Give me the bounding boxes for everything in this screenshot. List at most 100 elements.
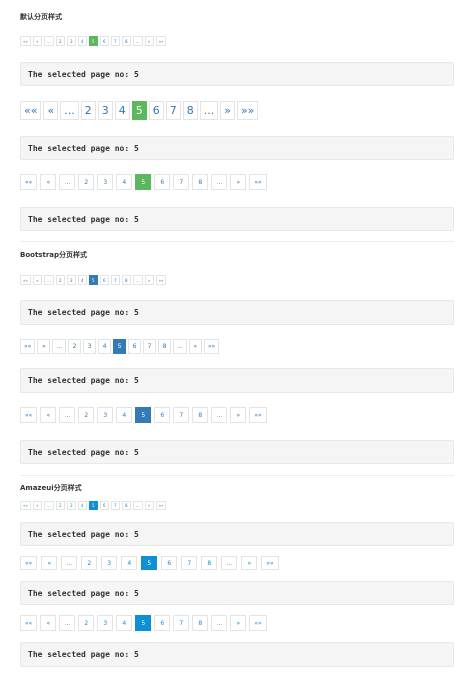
prev-page-button[interactable]: « (32, 36, 42, 46)
page-button-4[interactable]: 4 (116, 407, 133, 423)
page-button-5[interactable]: 5 (88, 36, 98, 46)
last-page-button[interactable]: »» (203, 339, 220, 354)
first-page-button[interactable]: «« (20, 407, 38, 423)
page-button-8[interactable]: 8 (192, 174, 209, 190)
page-button-2[interactable]: 2 (80, 101, 96, 120)
page-button-5[interactable]: 5 (135, 174, 152, 190)
next-page-button[interactable]: » (220, 101, 235, 120)
page-button-7[interactable]: 7 (110, 501, 120, 510)
page-button-3[interactable]: 3 (97, 407, 114, 423)
ellipsis-button[interactable]: ... (59, 174, 76, 190)
page-button-3[interactable]: 3 (83, 339, 97, 354)
ellipsis-button[interactable]: ... (60, 101, 79, 120)
next-page-button[interactable]: » (230, 407, 247, 423)
last-page-button[interactable]: »» (261, 556, 279, 570)
ellipsis-button[interactable]: ... (43, 36, 54, 46)
page-button-8[interactable]: 8 (182, 101, 198, 120)
ellipsis-button[interactable]: ... (132, 36, 143, 46)
page-button-2[interactable]: 2 (55, 275, 65, 285)
next-page-button[interactable]: » (230, 615, 247, 631)
page-button-2[interactable]: 2 (55, 501, 65, 510)
first-page-button[interactable]: «« (20, 275, 31, 285)
page-button-5[interactable]: 5 (135, 615, 152, 631)
next-page-button[interactable]: » (144, 275, 154, 285)
prev-page-button[interactable]: « (41, 556, 58, 570)
prev-page-button[interactable]: « (32, 275, 42, 285)
page-button-8[interactable]: 8 (192, 615, 209, 631)
prev-page-button[interactable]: « (37, 339, 51, 354)
ellipsis-button[interactable]: ... (132, 501, 143, 510)
page-button-3[interactable]: 3 (97, 174, 114, 190)
page-button-6[interactable]: 6 (148, 101, 164, 120)
page-button-6[interactable]: 6 (128, 339, 142, 354)
last-page-button[interactable]: »» (155, 275, 167, 285)
last-page-button[interactable]: »» (236, 101, 259, 120)
page-button-6[interactable]: 6 (154, 407, 171, 423)
page-button-5[interactable]: 5 (135, 407, 152, 423)
first-page-button[interactable]: «« (20, 501, 31, 510)
page-button-8[interactable]: 8 (121, 275, 131, 285)
page-button-2[interactable]: 2 (78, 407, 95, 423)
last-page-button[interactable]: »» (249, 407, 267, 423)
page-button-2[interactable]: 2 (78, 174, 95, 190)
page-button-6[interactable]: 6 (161, 556, 178, 570)
page-button-7[interactable]: 7 (110, 36, 120, 46)
next-page-button[interactable]: » (144, 501, 154, 510)
prev-page-button[interactable]: « (40, 407, 57, 423)
page-button-6[interactable]: 6 (154, 615, 171, 631)
page-button-7[interactable]: 7 (110, 275, 120, 285)
ellipsis-button[interactable]: ... (199, 101, 219, 120)
first-page-button[interactable]: «« (20, 36, 31, 46)
page-button-3[interactable]: 3 (66, 36, 76, 46)
first-page-button[interactable]: «« (20, 556, 38, 570)
ellipsis-button[interactable]: ... (43, 275, 54, 285)
page-button-7[interactable]: 7 (173, 174, 190, 190)
page-button-5[interactable]: 5 (141, 556, 158, 570)
page-button-2[interactable]: 2 (68, 339, 82, 354)
first-page-button[interactable]: «« (20, 339, 36, 354)
ellipsis-button[interactable]: ... (173, 339, 187, 354)
first-page-button[interactable]: «« (20, 615, 38, 631)
page-button-7[interactable]: 7 (173, 615, 190, 631)
ellipsis-button[interactable]: ... (52, 339, 67, 354)
first-page-button[interactable]: «« (20, 101, 42, 120)
ellipsis-button[interactable]: ... (211, 174, 228, 190)
page-button-2[interactable]: 2 (55, 36, 65, 46)
page-button-4[interactable]: 4 (116, 174, 133, 190)
last-page-button[interactable]: »» (155, 501, 167, 510)
ellipsis-button[interactable]: ... (61, 556, 78, 570)
ellipsis-button[interactable]: ... (59, 615, 76, 631)
page-button-8[interactable]: 8 (201, 556, 218, 570)
page-button-4[interactable]: 4 (114, 101, 130, 120)
page-button-5[interactable]: 5 (113, 339, 127, 354)
prev-page-button[interactable]: « (40, 615, 57, 631)
page-button-7[interactable]: 7 (165, 101, 181, 120)
ellipsis-button[interactable]: ... (132, 275, 143, 285)
page-button-4[interactable]: 4 (77, 36, 87, 46)
page-button-3[interactable]: 3 (66, 275, 76, 285)
page-button-6[interactable]: 6 (154, 174, 171, 190)
page-button-7[interactable]: 7 (173, 407, 190, 423)
page-button-6[interactable]: 6 (99, 501, 109, 510)
page-button-5[interactable]: 5 (88, 275, 98, 285)
page-button-5[interactable]: 5 (131, 101, 147, 120)
next-page-button[interactable]: » (241, 556, 258, 570)
next-page-button[interactable]: » (188, 339, 202, 354)
last-page-button[interactable]: »» (249, 615, 267, 631)
ellipsis-button[interactable]: ... (211, 407, 228, 423)
page-button-8[interactable]: 8 (121, 501, 131, 510)
prev-page-button[interactable]: « (40, 174, 57, 190)
ellipsis-button[interactable]: ... (43, 501, 54, 510)
page-button-8[interactable]: 8 (192, 407, 209, 423)
page-button-6[interactable]: 6 (99, 275, 109, 285)
next-page-button[interactable]: » (230, 174, 247, 190)
page-button-4[interactable]: 4 (98, 339, 112, 354)
last-page-button[interactable]: »» (155, 36, 167, 46)
page-button-7[interactable]: 7 (181, 556, 198, 570)
page-button-8[interactable]: 8 (121, 36, 131, 46)
page-button-3[interactable]: 3 (101, 556, 118, 570)
page-button-3[interactable]: 3 (97, 615, 114, 631)
ellipsis-button[interactable]: ... (221, 556, 238, 570)
page-button-4[interactable]: 4 (77, 275, 87, 285)
page-button-5[interactable]: 5 (88, 501, 98, 510)
